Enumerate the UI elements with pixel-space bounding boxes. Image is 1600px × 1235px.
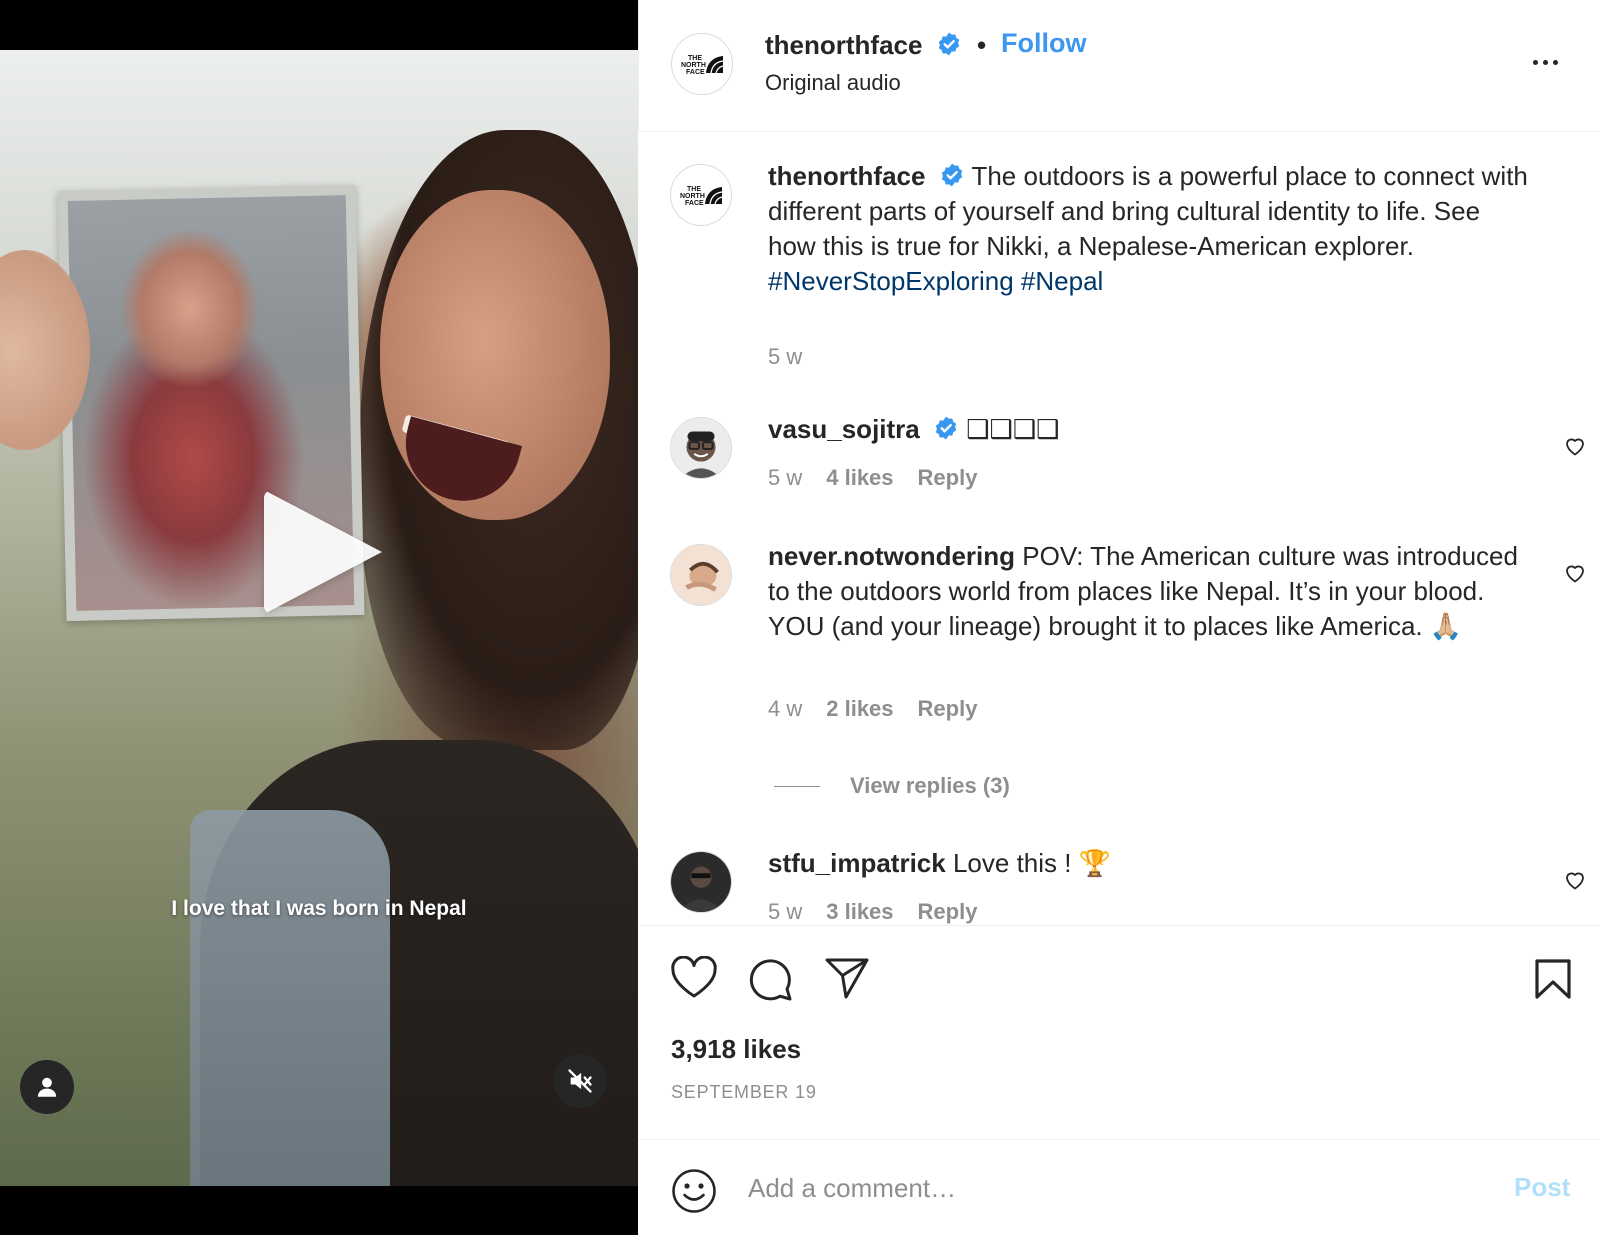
comment-age[interactable]: 5 w <box>768 899 802 925</box>
post-button[interactable]: Post <box>1514 1172 1570 1203</box>
comments-list[interactable]: THE NORTH FACE thenorthface The outdoors… <box>638 133 1600 925</box>
comment-likes[interactable]: 2 likes <box>826 696 893 722</box>
verified-badge-icon <box>938 32 959 56</box>
comment-username[interactable]: never.notwondering <box>768 541 1015 571</box>
heart-icon[interactable] <box>1563 434 1587 458</box>
svg-text:THE: THE <box>687 186 701 193</box>
avatar[interactable]: THE NORTH FACE <box>671 33 733 95</box>
video-frame[interactable] <box>0 50 638 1186</box>
share-send-icon[interactable] <box>824 956 870 1000</box>
post-header: THE NORTH FACE thenorthface • Follow Ori… <box>638 0 1600 132</box>
svg-text:NORTH: NORTH <box>680 193 705 200</box>
heart-icon[interactable] <box>1563 868 1587 892</box>
user-icon <box>37 1077 57 1097</box>
caption-username[interactable]: thenorthface <box>768 161 925 191</box>
comment-text: Love this ! 🏆 <box>952 848 1112 878</box>
video-scene-overalls <box>190 810 390 1186</box>
follow-button[interactable]: Follow <box>1001 28 1086 59</box>
svg-text:FACE: FACE <box>685 200 704 207</box>
likes-count[interactable]: 3,918 likes <box>671 1034 801 1065</box>
comment-age[interactable]: 5 w <box>768 465 802 491</box>
heart-icon[interactable] <box>1563 561 1587 585</box>
post-sidebar: THE NORTH FACE thenorthface • Follow Ori… <box>638 0 1600 1235</box>
emoji-icon[interactable] <box>671 1168 717 1214</box>
svg-text:NORTH: NORTH <box>681 62 706 69</box>
avatar[interactable]: THE NORTH FACE <box>670 164 732 226</box>
reply-button[interactable]: Reply <box>918 899 978 925</box>
video-caption: I love that I was born in Nepal <box>171 897 467 920</box>
comment-likes[interactable]: 4 likes <box>826 465 893 491</box>
bookmark-icon[interactable] <box>1534 958 1572 1000</box>
comment-age[interactable]: 4 w <box>768 696 802 722</box>
reply-button[interactable]: Reply <box>918 696 978 722</box>
audio-link[interactable]: Original audio <box>765 70 901 96</box>
comment-text: ❑❑❑❑ <box>966 414 1060 444</box>
caption-age[interactable]: 5 w <box>768 344 802 370</box>
verified-badge-icon <box>941 163 962 187</box>
post-actions: 3,918 likes SEPTEMBER 19 <box>638 925 1600 1139</box>
more-options-icon[interactable] <box>1533 60 1558 65</box>
video-player[interactable]: I love that I was born in Nepal <box>0 0 638 1235</box>
add-comment-bar: Post <box>638 1139 1600 1235</box>
play-icon[interactable] <box>264 490 382 614</box>
like-heart-icon[interactable] <box>670 956 718 1000</box>
comment-input[interactable] <box>748 1166 1468 1210</box>
svg-text:FACE: FACE <box>686 69 705 76</box>
avatar[interactable] <box>670 851 732 913</box>
post-date: SEPTEMBER 19 <box>671 1082 817 1102</box>
comment-username[interactable]: vasu_sojitra <box>768 414 920 444</box>
reply-button[interactable]: Reply <box>918 465 978 491</box>
the-north-face-logo: THE NORTH FACE <box>672 34 732 94</box>
svg-text:THE: THE <box>688 55 702 62</box>
comment-bubble-icon[interactable] <box>748 956 794 1002</box>
the-north-face-logo: THE NORTH FACE <box>671 165 731 225</box>
verified-badge-icon <box>935 416 957 440</box>
replies-divider <box>774 785 820 787</box>
tagged-user-button[interactable] <box>20 1060 74 1114</box>
header-username[interactable]: thenorthface <box>765 30 962 61</box>
caption-hashtags[interactable]: #NeverStopExploring #Nepal <box>768 266 1103 296</box>
mute-button[interactable] <box>553 1054 607 1108</box>
separator: • <box>977 30 987 60</box>
comment-username[interactable]: stfu_impatrick <box>768 848 946 878</box>
comment-likes[interactable]: 3 likes <box>826 899 893 925</box>
speaker-muted-icon <box>568 1069 592 1093</box>
view-replies-button[interactable]: View replies (3) <box>774 773 1010 799</box>
avatar[interactable] <box>670 417 732 479</box>
avatar[interactable] <box>670 544 732 606</box>
